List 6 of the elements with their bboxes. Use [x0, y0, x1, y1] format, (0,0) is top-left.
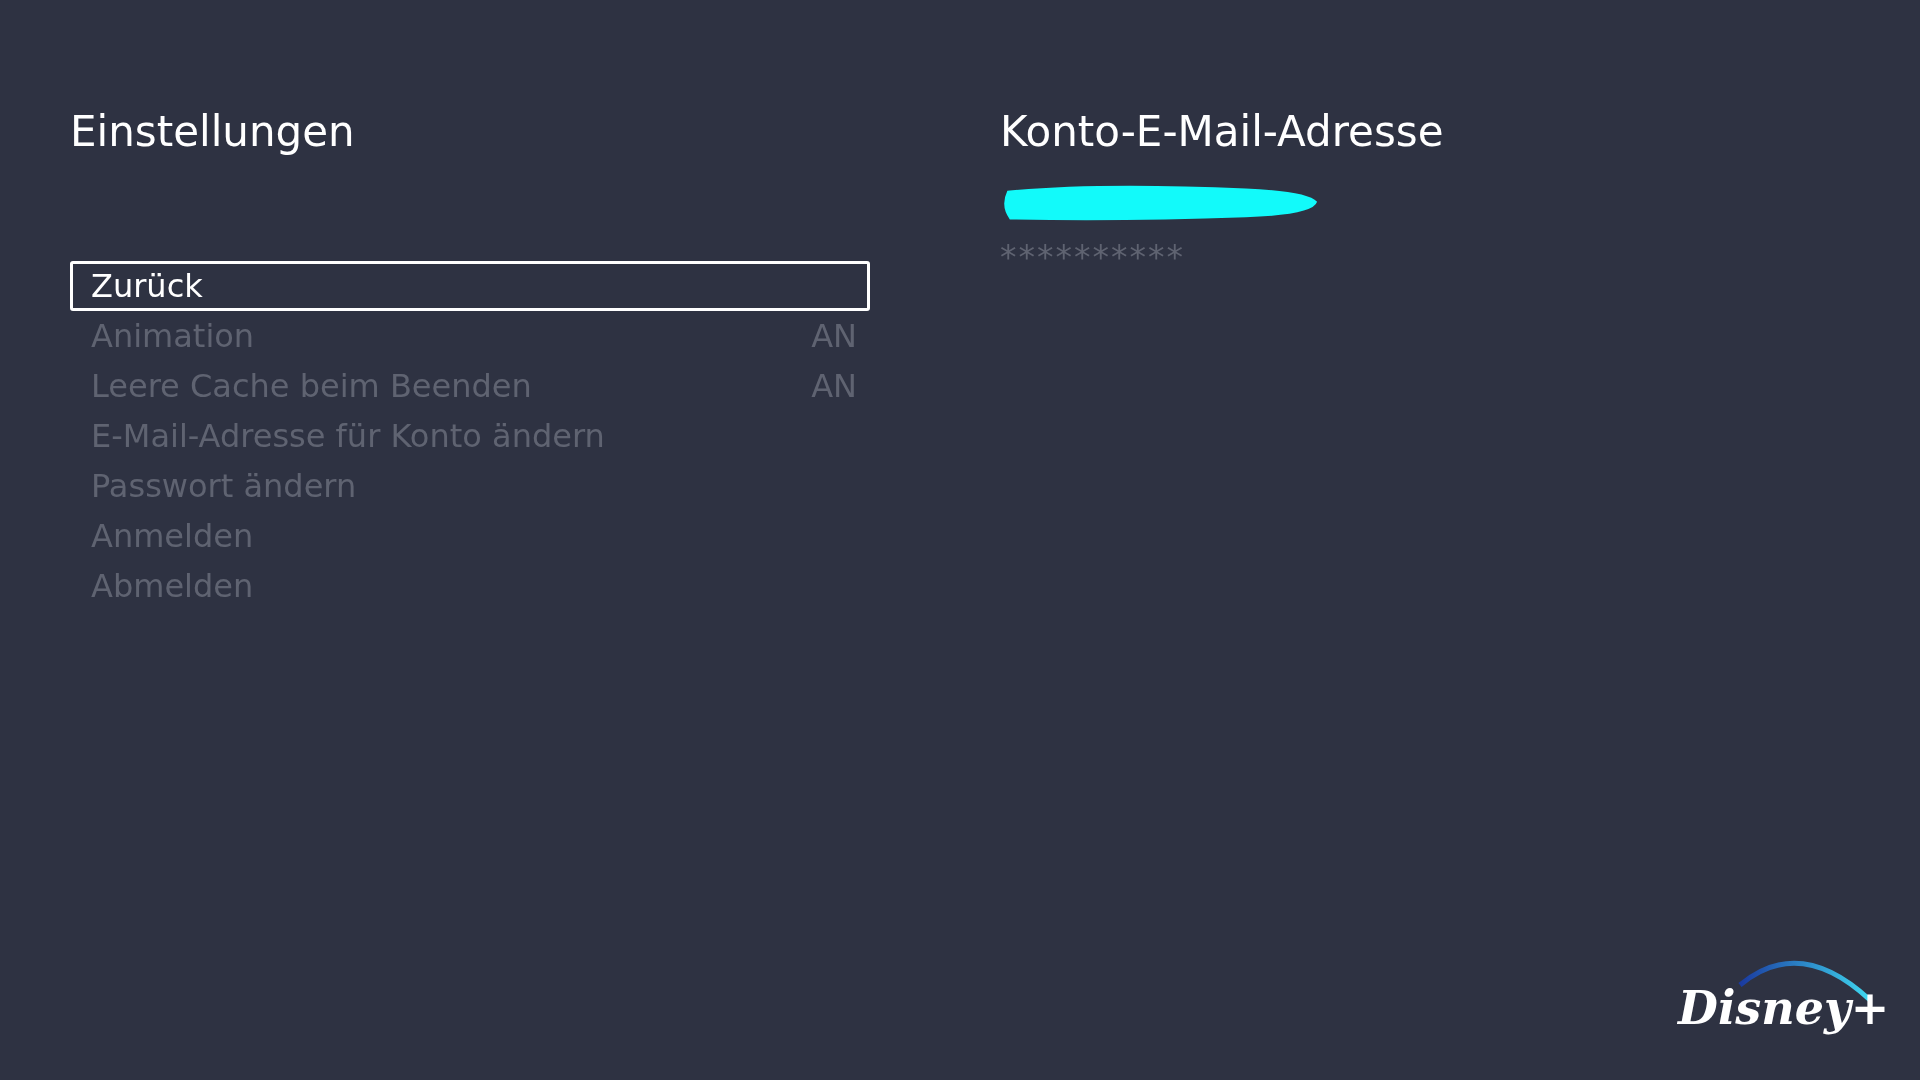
logo-text: Disney+	[1678, 981, 1890, 1035]
page-title: Einstellungen	[70, 106, 356, 158]
item-label: Zurück	[91, 267, 203, 305]
menu-item[interactable]: Zurück	[70, 261, 870, 311]
section-title: Konto-E-Mail-Adresse	[1000, 106, 1444, 158]
password-text: **********	[1000, 238, 1186, 277]
